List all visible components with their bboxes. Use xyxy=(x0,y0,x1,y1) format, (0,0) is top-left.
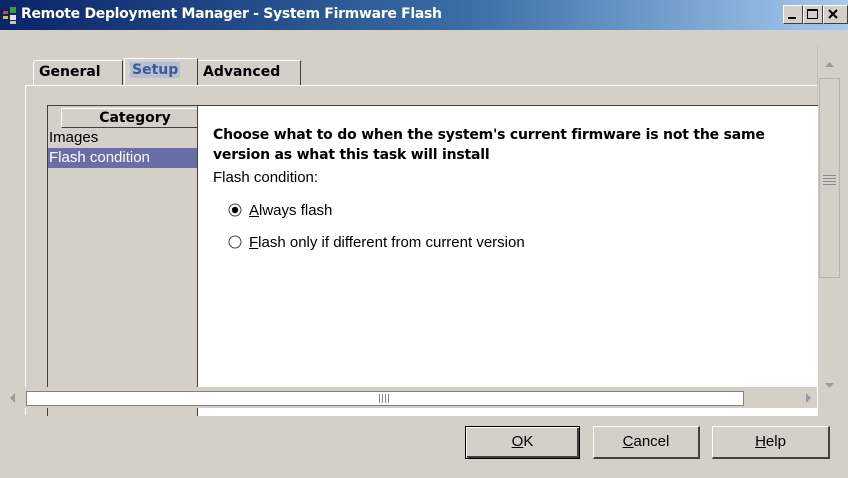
radio-unchecked-icon xyxy=(228,235,242,249)
category-item-flash-condition[interactable]: Flash condition xyxy=(48,148,221,168)
radio-always-flash-label: Always flash xyxy=(249,201,333,219)
maximize-button[interactable] xyxy=(803,5,823,24)
category-header: Category xyxy=(61,108,209,128)
detail-heading: Choose what to do when the system's curr… xyxy=(213,127,765,163)
horizontal-scrollbar[interactable] xyxy=(4,387,817,408)
minimize-button[interactable] xyxy=(783,5,803,24)
radio-flash-if-different-label: Flash only if different from current ver… xyxy=(249,233,525,251)
tab-setup[interactable]: Setup xyxy=(124,58,198,85)
window-content: General Setup Advanced Category Images F… xyxy=(0,30,848,478)
scroll-right-icon[interactable] xyxy=(799,389,817,407)
app-icon xyxy=(3,6,20,24)
title-bar[interactable]: Remote Deployment Manager - System Firmw… xyxy=(0,0,848,30)
help-button[interactable]: Help xyxy=(712,426,830,459)
minimize-icon xyxy=(788,17,796,19)
radio-flash-if-different[interactable]: Flash only if different from current ver… xyxy=(228,232,525,252)
cancel-button[interactable]: Cancel xyxy=(593,426,700,459)
tab-advanced[interactable]: Advanced xyxy=(197,60,301,85)
tab-general-label: General xyxy=(39,64,101,80)
scroll-up-icon[interactable] xyxy=(818,53,841,75)
tab-advanced-label: Advanced xyxy=(203,64,281,80)
detail-pane: Choose what to do when the system's curr… xyxy=(197,105,818,416)
maximize-icon xyxy=(807,9,818,19)
flash-condition-label: Flash condition: xyxy=(213,169,319,186)
tab-setup-label: Setup xyxy=(130,62,181,78)
vertical-scrollbar[interactable] xyxy=(817,45,841,398)
close-button[interactable] xyxy=(823,5,848,24)
tab-general[interactable]: General xyxy=(33,60,123,85)
vertical-scroll-thumb[interactable] xyxy=(819,78,840,278)
radio-checked-icon xyxy=(228,203,242,217)
category-item-images[interactable]: Images xyxy=(48,128,98,148)
tab-panel: Category Images Flash condition Choose w… xyxy=(25,85,818,416)
window-title: Remote Deployment Manager - System Firmw… xyxy=(21,6,442,22)
scroll-grip-icon xyxy=(823,175,836,187)
scroll-left-icon[interactable] xyxy=(4,389,22,407)
horizontal-scroll-thumb[interactable] xyxy=(26,391,744,406)
scroll-grip-icon xyxy=(379,394,391,403)
scroll-down-icon[interactable] xyxy=(818,375,841,397)
ok-button[interactable]: OK xyxy=(465,426,580,459)
close-icon xyxy=(828,9,838,19)
radio-always-flash[interactable]: Always flash xyxy=(228,200,332,220)
